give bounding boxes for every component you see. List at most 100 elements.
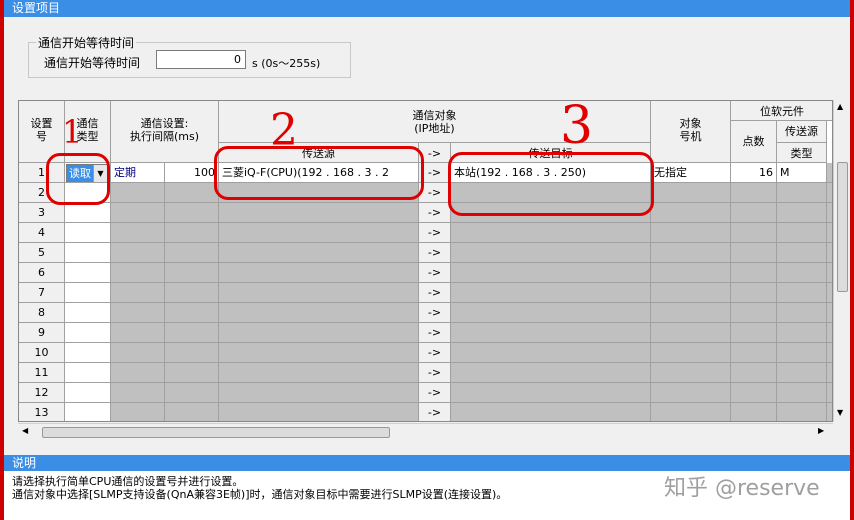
comm-type-cell[interactable]	[65, 383, 111, 403]
interval-cell[interactable]: 100	[165, 163, 219, 183]
scroll-left-icon[interactable]: ◀	[22, 426, 28, 435]
dest-cell[interactable]	[451, 243, 651, 263]
scroll-right-icon[interactable]: ▶	[818, 426, 824, 435]
device-type-cell[interactable]	[777, 283, 827, 303]
target-cell[interactable]	[651, 303, 731, 323]
target-cell[interactable]	[651, 403, 731, 421]
points-cell[interactable]	[731, 403, 777, 421]
dest-cell[interactable]	[451, 263, 651, 283]
device-type-cell[interactable]	[777, 183, 827, 203]
device-type-cell[interactable]	[777, 263, 827, 283]
setting-cell[interactable]	[111, 343, 165, 363]
source-cell[interactable]	[219, 203, 419, 223]
device-type-cell[interactable]	[777, 243, 827, 263]
target-cell[interactable]	[651, 223, 731, 243]
target-cell[interactable]: 无指定	[651, 163, 731, 183]
interval-cell[interactable]	[165, 363, 219, 383]
points-cell[interactable]	[731, 383, 777, 403]
points-cell[interactable]	[731, 343, 777, 363]
interval-cell[interactable]	[165, 323, 219, 343]
target-cell[interactable]	[651, 363, 731, 383]
dest-cell[interactable]	[451, 383, 651, 403]
interval-cell[interactable]	[165, 343, 219, 363]
source-cell[interactable]	[219, 403, 419, 421]
comm-type-cell[interactable]	[65, 323, 111, 343]
points-cell[interactable]	[731, 283, 777, 303]
points-cell[interactable]	[731, 363, 777, 383]
points-cell[interactable]	[731, 223, 777, 243]
points-cell[interactable]	[731, 263, 777, 283]
source-cell[interactable]	[219, 303, 419, 323]
points-cell[interactable]	[731, 303, 777, 323]
comm-type-cell[interactable]	[65, 243, 111, 263]
dest-cell[interactable]	[451, 303, 651, 323]
source-cell[interactable]	[219, 323, 419, 343]
target-cell[interactable]	[651, 323, 731, 343]
scroll-up-icon[interactable]: ▲	[837, 102, 843, 111]
setting-cell[interactable]	[111, 183, 165, 203]
device-type-cell[interactable]	[777, 203, 827, 223]
target-cell[interactable]	[651, 183, 731, 203]
comm-type-cell[interactable]	[65, 403, 111, 421]
dest-cell[interactable]	[451, 363, 651, 383]
interval-cell[interactable]	[165, 203, 219, 223]
source-cell[interactable]	[219, 263, 419, 283]
points-cell[interactable]	[731, 183, 777, 203]
device-type-cell[interactable]	[777, 363, 827, 383]
setting-cell[interactable]: 定期	[111, 163, 165, 183]
setting-cell[interactable]	[111, 203, 165, 223]
points-cell[interactable]: 16	[731, 163, 777, 183]
dest-cell[interactable]	[451, 403, 651, 421]
interval-cell[interactable]	[165, 383, 219, 403]
device-type-cell[interactable]: M	[777, 163, 827, 183]
interval-cell[interactable]	[165, 183, 219, 203]
comm-type-cell[interactable]	[65, 263, 111, 283]
target-cell[interactable]	[651, 203, 731, 223]
dest-cell[interactable]	[451, 343, 651, 363]
dest-cell[interactable]	[451, 323, 651, 343]
setting-cell[interactable]	[111, 223, 165, 243]
target-cell[interactable]	[651, 243, 731, 263]
setting-cell[interactable]	[111, 363, 165, 383]
device-type-cell[interactable]	[777, 403, 827, 421]
source-cell[interactable]	[219, 223, 419, 243]
horizontal-scrollbar[interactable]: ◀ ▶	[18, 423, 833, 440]
setting-cell[interactable]	[111, 323, 165, 343]
setting-cell[interactable]	[111, 263, 165, 283]
wait-time-input[interactable]: 0	[156, 50, 246, 69]
comm-type-cell[interactable]	[65, 303, 111, 323]
interval-cell[interactable]	[165, 243, 219, 263]
setting-cell[interactable]	[111, 303, 165, 323]
device-type-cell[interactable]	[777, 383, 827, 403]
dest-cell[interactable]	[451, 223, 651, 243]
horizontal-scroll-thumb[interactable]	[42, 427, 390, 438]
device-type-cell[interactable]	[777, 323, 827, 343]
setting-cell[interactable]	[111, 243, 165, 263]
source-cell[interactable]	[219, 363, 419, 383]
interval-cell[interactable]	[165, 303, 219, 323]
source-cell[interactable]	[219, 343, 419, 363]
setting-cell[interactable]	[111, 283, 165, 303]
source-cell[interactable]	[219, 283, 419, 303]
points-cell[interactable]	[731, 203, 777, 223]
vertical-scroll-thumb[interactable]	[837, 162, 848, 292]
target-cell[interactable]	[651, 283, 731, 303]
comm-type-cell[interactable]	[65, 203, 111, 223]
vertical-scrollbar[interactable]: ▲ ▼	[833, 100, 850, 422]
points-cell[interactable]	[731, 323, 777, 343]
scroll-down-icon[interactable]: ▼	[837, 408, 843, 417]
interval-cell[interactable]	[165, 223, 219, 243]
setting-cell[interactable]	[111, 403, 165, 421]
interval-cell[interactable]	[165, 263, 219, 283]
target-cell[interactable]	[651, 343, 731, 363]
comm-type-cell[interactable]	[65, 223, 111, 243]
dest-cell[interactable]	[451, 283, 651, 303]
target-cell[interactable]	[651, 383, 731, 403]
target-cell[interactable]	[651, 263, 731, 283]
source-cell[interactable]	[219, 383, 419, 403]
comm-type-cell[interactable]	[65, 283, 111, 303]
points-cell[interactable]	[731, 243, 777, 263]
setting-cell[interactable]	[111, 383, 165, 403]
device-type-cell[interactable]	[777, 343, 827, 363]
device-type-cell[interactable]	[777, 223, 827, 243]
